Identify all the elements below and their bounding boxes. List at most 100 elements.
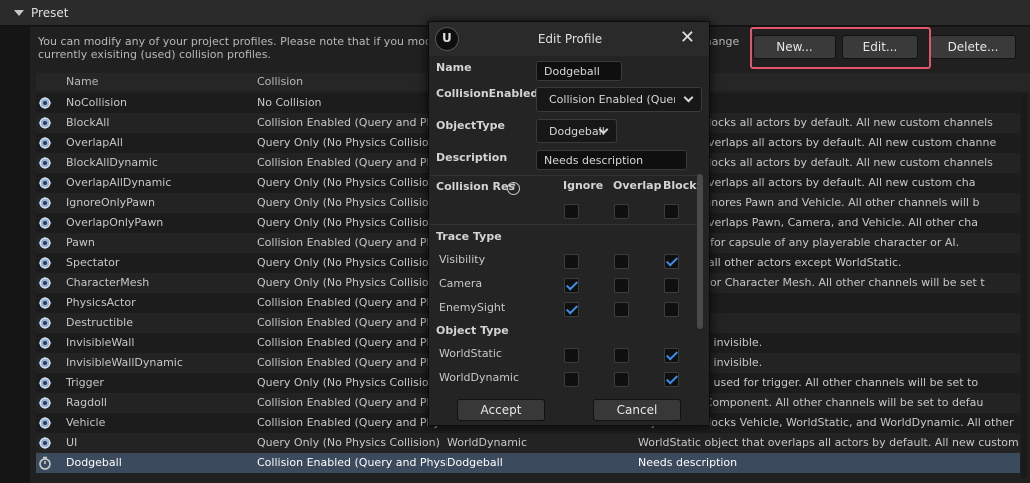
all-overlap-checkbox[interactable]	[614, 204, 629, 219]
profile-collision: Query Only (No Physics Collision)	[257, 376, 440, 389]
channel-label: Visibility	[439, 253, 486, 266]
object-type-dropdown[interactable]: Dodgeball	[536, 119, 617, 143]
profile-collision: Collision Enabled (Query and Physics)	[257, 236, 447, 249]
profile-object-type: WorldDynamic	[447, 436, 528, 449]
profile-object-type: Dodgeball	[447, 456, 503, 469]
channel-label: EnemySight	[439, 301, 506, 314]
collision-responses-label: Collision Res	[436, 180, 515, 193]
collision-profile-icon	[38, 196, 52, 210]
collision-profile-icon	[38, 136, 52, 150]
object-type-label: ObjectType	[436, 119, 505, 132]
overlap-checkbox[interactable]	[614, 278, 629, 293]
ignore-column-header: Ignore	[563, 179, 604, 192]
preset-title: Preset	[31, 5, 69, 20]
collision-profile-icon	[38, 236, 52, 250]
profile-name: Dodgeball	[66, 456, 122, 469]
ignore-checkbox[interactable]	[564, 254, 579, 269]
profile-collision: Collision Enabled (Query and Physics)	[257, 296, 447, 309]
dialog-title: Edit Profile	[537, 32, 603, 46]
profile-name: OverlapAllDynamic	[66, 176, 172, 189]
profile-collision: Collision Enabled (Query and Physics)	[257, 316, 447, 329]
description-label: Description	[436, 151, 508, 164]
profile-collision: Collision Enabled (Query and Physics)	[257, 336, 447, 349]
column-name-header[interactable]: Name	[66, 75, 98, 88]
help-icon[interactable]: ?	[507, 182, 520, 195]
name-input[interactable]: Dodgeball	[536, 61, 622, 81]
profile-collision: No Collision	[257, 96, 322, 109]
channel-label: WorldDynamic	[439, 371, 520, 384]
profile-collision: Query Only (No Physics Collision)	[257, 196, 440, 209]
profile-collision: Collision Enabled (Query and Physics)	[257, 116, 447, 129]
profile-name: BlockAllDynamic	[66, 156, 158, 169]
overlap-checkbox[interactable]	[614, 302, 629, 317]
accept-button[interactable]: Accept	[457, 399, 545, 421]
highlight-annotation	[750, 27, 931, 69]
name-label: Name	[436, 61, 472, 74]
profile-name: InvisibleWall	[66, 336, 135, 349]
profile-name: CharacterMesh	[66, 276, 150, 289]
block-checkbox[interactable]	[664, 372, 679, 387]
all-ignore-checkbox[interactable]	[564, 204, 579, 219]
profile-collision: Collision Enabled (Query and Physics)	[257, 396, 447, 409]
collision-profile-icon	[38, 376, 52, 390]
overlap-checkbox[interactable]	[614, 254, 629, 269]
profile-name: Destructible	[66, 316, 133, 329]
description-input[interactable]: Needs description	[536, 150, 687, 170]
divider	[430, 175, 700, 176]
profile-name: NoCollision	[66, 96, 128, 109]
profile-collision: Collision Enabled (Query and Physics)	[257, 356, 447, 369]
block-checkbox[interactable]	[664, 278, 679, 293]
collision-profile-icon	[38, 256, 52, 270]
profile-name: InvisibleWallDynamic	[66, 356, 183, 369]
cancel-button[interactable]: Cancel	[593, 399, 681, 421]
stopwatch-icon	[38, 456, 52, 470]
collision-profile-icon	[38, 176, 52, 190]
object-type-section-header: Object Type	[436, 324, 509, 337]
collision-profile-icon	[38, 96, 52, 110]
table-scrollbar[interactable]	[1021, 93, 1027, 478]
ignore-checkbox[interactable]	[564, 278, 579, 293]
collision-profile-icon	[38, 276, 52, 290]
profile-name: UI	[66, 436, 78, 449]
all-block-checkbox[interactable]	[664, 204, 679, 219]
block-column-header: Block	[663, 179, 697, 192]
profile-name: BlockAll	[66, 116, 110, 129]
collision-profile-icon	[38, 436, 52, 450]
delete-button[interactable]: Delete...	[930, 35, 1016, 59]
ignore-checkbox[interactable]	[564, 348, 579, 363]
collision-profile-icon	[38, 296, 52, 310]
block-checkbox[interactable]	[664, 302, 679, 317]
collision-enabled-value: Collision Enabled (Query and Physics)	[549, 93, 675, 106]
channel-label: Camera	[439, 277, 483, 290]
table-row[interactable]: UI Query Only (No Physics Collision) World…	[36, 433, 1020, 453]
profile-collision: Query Only (No Physics Collision)	[257, 436, 440, 449]
profile-collision: Collision Enabled (Query and Physics)	[257, 456, 447, 469]
close-icon[interactable]: ✕	[680, 27, 695, 48]
profile-name: PhysicsActor	[66, 296, 136, 309]
profile-collision: Query Only (No Physics Collision)	[257, 176, 440, 189]
object-type-value: Dodgeball	[549, 124, 605, 138]
collision-enabled-label: CollisionEnabled	[436, 87, 539, 100]
profile-collision: Query Only (No Physics Collision)	[257, 256, 440, 269]
dialog-scrollbar[interactable]	[697, 174, 703, 329]
profile-name: OverlapAll	[66, 136, 123, 149]
profile-name: OverlapOnlyPawn	[66, 216, 164, 229]
block-checkbox[interactable]	[664, 254, 679, 269]
profile-collision: Collision Enabled (Query and Physics)	[257, 156, 447, 169]
collision-profile-icon	[38, 316, 52, 330]
collision-profile-icon	[38, 416, 52, 430]
column-collision-header[interactable]: Collision	[257, 75, 303, 88]
collision-profile-icon	[38, 116, 52, 130]
chevron-down-icon	[683, 92, 694, 103]
collision-profile-icon	[38, 216, 52, 230]
ignore-checkbox[interactable]	[564, 302, 579, 317]
table-row[interactable]: Dodgeball Collision Enabled (Query and Ph…	[36, 453, 1020, 473]
block-checkbox[interactable]	[664, 348, 679, 363]
collision-enabled-dropdown[interactable]: Collision Enabled (Query and Physics)	[536, 87, 702, 112]
overlap-checkbox[interactable]	[614, 372, 629, 387]
divider	[430, 224, 700, 225]
overlap-checkbox[interactable]	[614, 348, 629, 363]
ignore-checkbox[interactable]	[564, 372, 579, 387]
collision-profile-icon	[38, 356, 52, 370]
collapse-caret-icon[interactable]	[14, 9, 24, 16]
